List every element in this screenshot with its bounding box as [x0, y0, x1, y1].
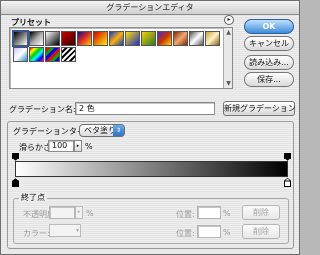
preset-swatch[interactable] — [61, 31, 76, 46]
preset-swatch[interactable] — [29, 47, 44, 62]
smoothness-input[interactable]: 100 — [48, 140, 74, 152]
opacity-stepper-icon[interactable]: ▸ — [75, 206, 83, 219]
new-gradient-button[interactable]: 新規グラデーション — [223, 101, 296, 116]
preset-swatch[interactable] — [29, 31, 44, 46]
gradient-type-value: ベタ塗り — [84, 126, 116, 135]
load-button[interactable]: 読み込み... — [244, 55, 294, 70]
preset-swatch[interactable] — [125, 31, 140, 46]
save-button[interactable]: 保存... — [244, 72, 294, 87]
ok-button[interactable]: OK — [244, 19, 294, 34]
opacity-stop-left-icon[interactable] — [12, 153, 19, 161]
gradient-editor-window: グラデーションエディタ プリセット ▸ ▲ ▼ OK キャンセル 読み込み...… — [0, 0, 300, 255]
preset-swatch[interactable] — [12, 30, 29, 47]
color-stop-right-icon[interactable] — [284, 178, 291, 187]
preset-swatch[interactable] — [109, 31, 124, 46]
preset-swatch[interactable] — [189, 31, 204, 46]
preset-swatch[interactable] — [13, 47, 28, 62]
opacity-position-unit: % — [223, 209, 231, 218]
smoothness-stepper-icon[interactable]: ▸ — [74, 140, 82, 152]
preset-swatch[interactable] — [45, 47, 60, 62]
color-position-label: 位置: — [176, 229, 195, 238]
opacity-position-input[interactable] — [197, 206, 221, 219]
opacity-stop-right-icon[interactable] — [284, 153, 291, 161]
color-position-input[interactable] — [197, 225, 221, 238]
color-swatch-select[interactable]: ▾ — [49, 224, 81, 237]
scroll-up-icon[interactable]: ▲ — [225, 29, 232, 36]
presets-panel[interactable]: ▲ ▼ — [9, 27, 233, 89]
preset-swatch[interactable] — [61, 47, 76, 62]
preset-swatch[interactable] — [141, 31, 156, 46]
preset-swatch[interactable] — [205, 31, 220, 46]
chevron-down-icon: ▾ — [75, 227, 79, 234]
gradient-name-input[interactable]: 2 色 — [75, 102, 215, 115]
color-stop-left-icon[interactable] — [12, 178, 19, 187]
gradient-name-label: グラデーション名: — [9, 105, 76, 114]
chevron-updown-icon: ⇕ — [113, 125, 124, 136]
opacity-input[interactable] — [49, 206, 75, 219]
gradient-type-select[interactable]: ベタ塗り ⇕ — [79, 124, 125, 137]
smoothness-unit: % — [85, 142, 93, 151]
delete-color-stop-button[interactable]: 削除 — [242, 224, 280, 239]
preset-swatch[interactable] — [77, 31, 92, 46]
color-position-unit: % — [223, 228, 231, 237]
preset-swatch[interactable] — [45, 31, 60, 46]
preset-swatch[interactable] — [173, 31, 188, 46]
preset-swatch[interactable] — [157, 31, 172, 46]
opacity-unit: % — [86, 209, 94, 218]
presets-scrollbar[interactable]: ▲ ▼ — [223, 28, 232, 88]
stops-group-label: 終了点 — [19, 192, 47, 203]
preset-swatch[interactable] — [93, 31, 108, 46]
cancel-button[interactable]: キャンセル — [244, 36, 294, 51]
window-title: グラデーションエディタ — [1, 1, 299, 15]
scroll-down-icon[interactable]: ▼ — [225, 80, 232, 87]
presets-menu-icon[interactable]: ▸ — [224, 15, 234, 25]
opacity-position-label: 位置: — [176, 210, 195, 219]
color-label: カラー: — [23, 229, 50, 238]
delete-opacity-stop-button[interactable]: 削除 — [242, 205, 280, 220]
gradient-preview-bar[interactable] — [15, 161, 288, 177]
